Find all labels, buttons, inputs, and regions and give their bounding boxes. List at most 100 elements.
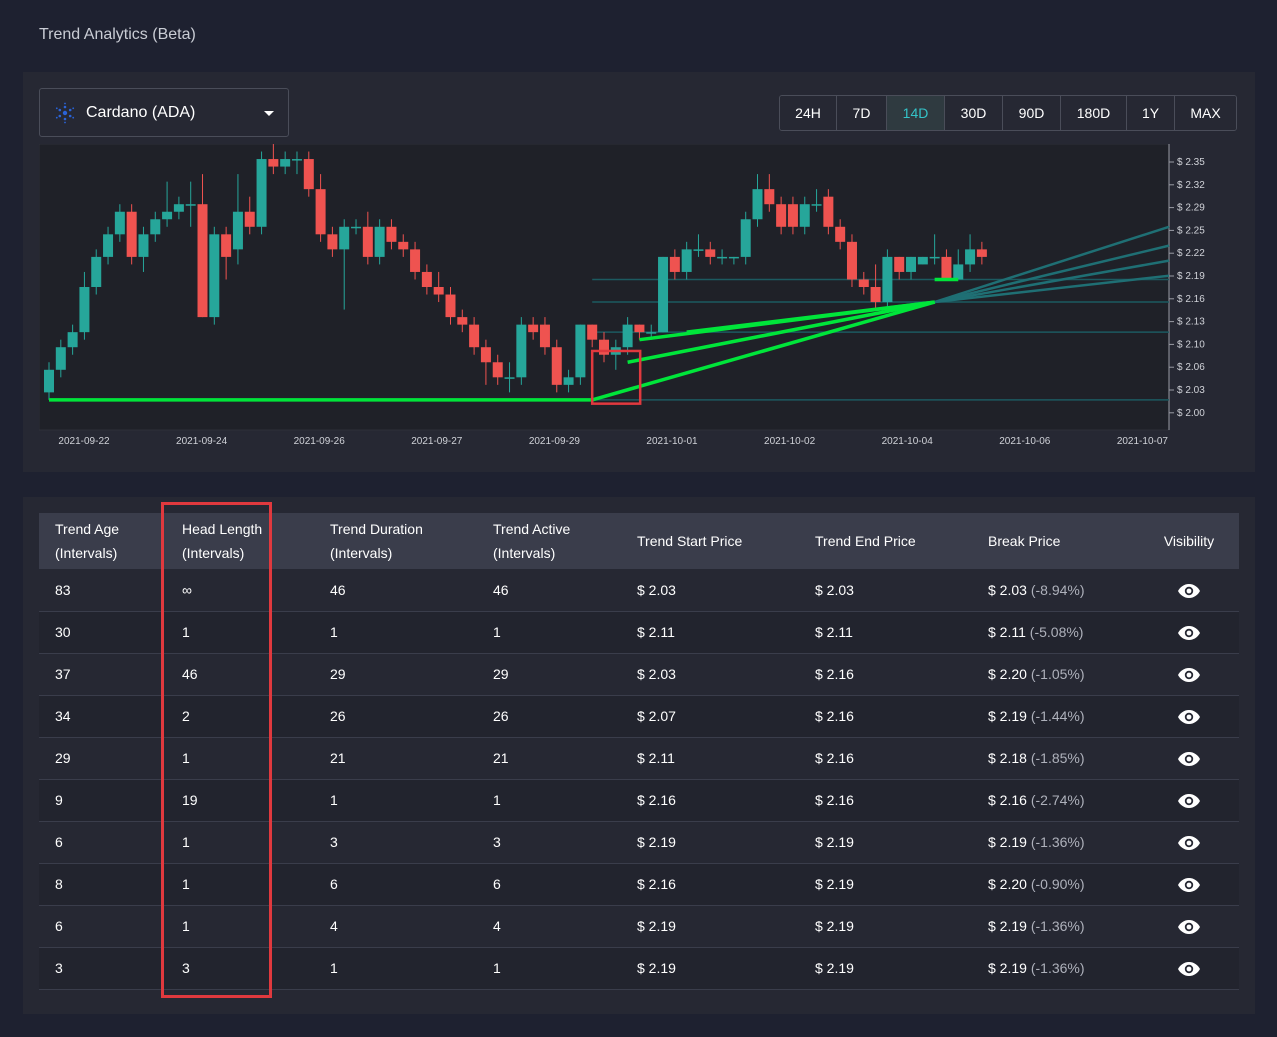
trend-start-price-cell: $ 2.16: [621, 863, 799, 906]
candle-body: [197, 204, 208, 318]
trend-start-price-cell: $ 2.16: [621, 779, 799, 822]
column-header: Trend Active (Intervals): [477, 513, 621, 569]
break-price-percent: (-0.90%): [1030, 876, 1085, 892]
eye-icon[interactable]: [1178, 836, 1200, 851]
head-length-cell: 19: [166, 779, 314, 822]
y-tick-label: $ 2.19: [1177, 271, 1205, 282]
visibility-cell: [1139, 569, 1239, 612]
candle-body: [232, 211, 243, 250]
column-header: Trend End Price: [799, 513, 972, 569]
break-price-percent: (-1.85%): [1030, 750, 1085, 766]
candle-body: [244, 211, 255, 227]
chevron-down-icon: [264, 111, 274, 116]
eye-icon[interactable]: [1178, 710, 1200, 725]
candle-body: [575, 324, 586, 378]
candle-body: [705, 249, 716, 257]
head-length-cell: 1: [166, 611, 314, 654]
trend-duration-cell: 26: [314, 695, 477, 738]
range-button-7d[interactable]: 7D: [837, 96, 887, 130]
range-button-max[interactable]: MAX: [1175, 96, 1236, 130]
eye-icon[interactable]: [1178, 752, 1200, 767]
range-button-14d[interactable]: 14D: [887, 96, 945, 130]
candle-body: [126, 211, 137, 257]
candle-body: [787, 204, 798, 227]
break-price-percent: (-1.36%): [1030, 918, 1085, 934]
column-header-line1: Break Price: [988, 533, 1061, 549]
table-header-row: Trend Age (Intervals) Head Length (Interval…: [39, 513, 1239, 569]
column-header-line2: (Intervals): [493, 545, 556, 561]
candle-body: [162, 211, 173, 220]
eye-icon[interactable]: [1178, 962, 1200, 977]
candle-body: [291, 159, 302, 161]
candle-body: [646, 332, 657, 334]
column-header: Visibility: [1139, 513, 1239, 569]
trend-table-panel: Trend Age (Intervals) Head Length (Interval…: [23, 497, 1255, 1014]
candle-body: [870, 287, 881, 303]
trend-age-cell: 34: [39, 695, 166, 738]
candle-body: [740, 219, 751, 257]
candle-body: [421, 271, 432, 287]
trend-end-price-cell: $ 2.16: [799, 737, 972, 780]
candle-body: [374, 226, 385, 257]
candle-body: [504, 377, 515, 379]
trend-active-cell: 1: [477, 947, 621, 990]
trend-age-cell: 8: [39, 863, 166, 906]
trend-end-price-cell: $ 2.16: [799, 695, 972, 738]
break-price-percent: (-5.08%): [1029, 624, 1084, 640]
time-range-group: 24H 7D 14D 30D 90D 180D 1Y MAX: [779, 95, 1237, 131]
candle-body: [150, 219, 161, 235]
candle-body: [315, 189, 326, 235]
eye-icon[interactable]: [1178, 794, 1200, 809]
eye-icon[interactable]: [1178, 626, 1200, 641]
eye-icon[interactable]: [1178, 920, 1200, 935]
range-button-1y[interactable]: 1Y: [1127, 96, 1175, 130]
chart-panel: Cardano (ADA) 24H 7D 14D 30D 90D 180D 1Y MAX $ …: [23, 72, 1255, 472]
table-row: 8 1 6 6 $ 2.16 $ 2.19 $ 2.20 (-0.90%): [39, 863, 1239, 906]
eye-icon[interactable]: [1178, 878, 1200, 893]
visibility-cell: [1139, 611, 1239, 654]
candle-body: [764, 189, 775, 205]
range-button-90d[interactable]: 90D: [1003, 96, 1061, 130]
candle-body: [339, 226, 350, 250]
table-row: 6 1 4 4 $ 2.19 $ 2.19 $ 2.19 (-1.36%): [39, 905, 1239, 948]
trend-end-price-cell: $ 2.19: [799, 947, 972, 990]
column-header-line2: (Intervals): [330, 545, 393, 561]
trend-duration-cell: 4: [314, 905, 477, 948]
candle-body: [457, 317, 468, 325]
column-header: Head Length (Intervals): [166, 513, 314, 569]
y-tick-label: $ 2.22: [1177, 248, 1205, 259]
candle-body: [327, 234, 338, 250]
column-header-line2: (Intervals): [182, 545, 245, 561]
break-price-value: $ 2.20: [988, 666, 1027, 682]
candle-body: [173, 204, 184, 212]
range-button-180d[interactable]: 180D: [1061, 96, 1127, 130]
head-length-cell: 46: [166, 653, 314, 696]
trend-active-cell: 29: [477, 653, 621, 696]
trend-table: Trend Age (Intervals) Head Length (Interval…: [39, 513, 1239, 990]
visibility-cell: [1139, 821, 1239, 864]
eye-icon[interactable]: [1178, 583, 1200, 598]
candle-body: [622, 324, 633, 348]
trend-active-cell: 4: [477, 905, 621, 948]
trend-end-price-cell: $ 2.11: [799, 611, 972, 654]
column-header-line1: Trend End Price: [815, 533, 916, 549]
trend-active-cell: 26: [477, 695, 621, 738]
column-header-line1: Trend Active: [493, 521, 571, 537]
candle-body: [351, 226, 362, 229]
head-length-cell: 1: [166, 737, 314, 780]
column-header-line1: Trend Duration: [330, 521, 423, 537]
candle-body: [799, 204, 810, 227]
candle-body: [846, 241, 857, 280]
head-length-cell: 3: [166, 947, 314, 990]
trend-start-price-cell: $ 2.07: [621, 695, 799, 738]
range-button-30d[interactable]: 30D: [945, 96, 1003, 130]
break-price-value: $ 2.16: [988, 792, 1027, 808]
eye-icon[interactable]: [1178, 668, 1200, 683]
candle-body: [103, 234, 114, 257]
range-button-24h[interactable]: 24H: [780, 96, 837, 130]
trend-active-cell: 6: [477, 863, 621, 906]
candle-body: [599, 339, 609, 355]
coin-selector[interactable]: Cardano (ADA): [39, 88, 289, 137]
x-tick-label: 2021-10-06: [999, 436, 1051, 447]
visibility-cell: [1139, 695, 1239, 738]
